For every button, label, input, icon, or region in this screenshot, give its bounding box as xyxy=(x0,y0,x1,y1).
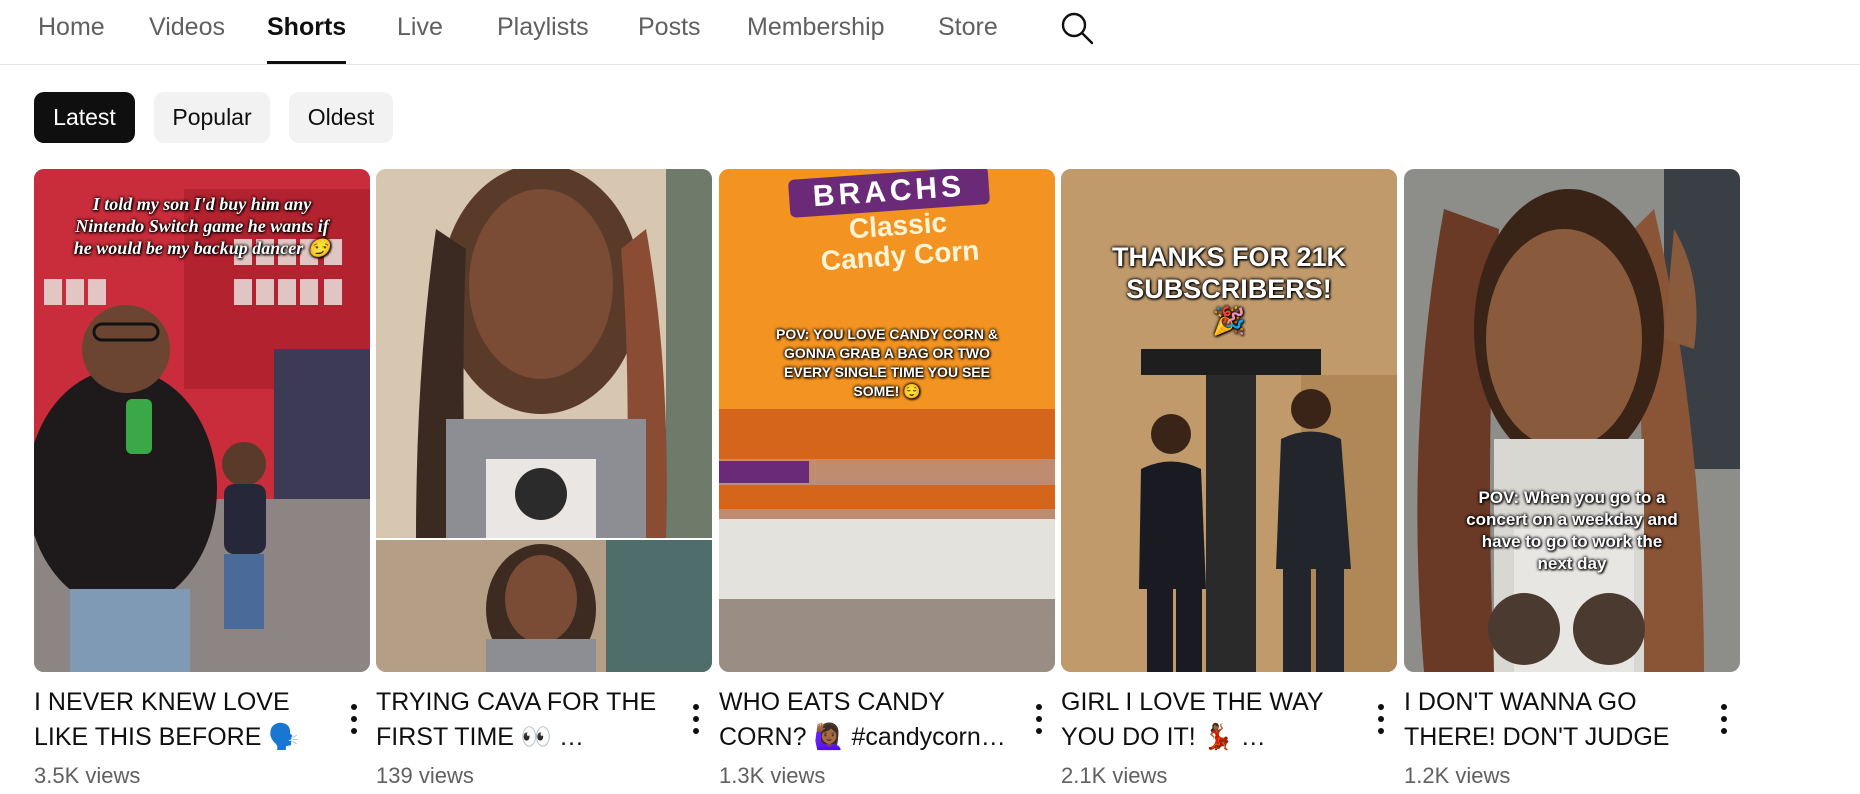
search-icon[interactable] xyxy=(1060,11,1094,45)
view-count: 139 views xyxy=(376,763,474,788)
thumbnail-caption: POV: YOU LOVE CANDY CORN & GONNA GRAB A … xyxy=(776,326,998,399)
product-name: Classic Candy Corn xyxy=(819,206,981,277)
short-title[interactable]: I DON'T WANNA GO THERE! DON'T JUDGE … xyxy=(1404,685,1696,757)
view-count: 2.1K views xyxy=(1061,763,1168,788)
short-card: TRYING CAVA FOR THE FIRST TIME 👀 … 139 v… xyxy=(376,169,712,794)
short-card: I told my son I'd buy him any Nintendo S… xyxy=(34,169,370,794)
tab-live[interactable]: Live xyxy=(397,0,443,64)
short-title[interactable]: TRYING CAVA FOR THE FIRST TIME 👀 … xyxy=(376,685,668,757)
more-vertical-icon[interactable] xyxy=(1025,697,1053,741)
tab-shorts[interactable]: Shorts xyxy=(267,0,347,64)
short-card: THANKS FOR 21K SUBSCRIBERS! 🎉 GIRL I LOV… xyxy=(1061,169,1397,794)
short-thumbnail[interactable]: I told my son I'd buy him any Nintendo S… xyxy=(34,169,370,672)
view-count: 1.3K views xyxy=(719,763,826,788)
tab-store[interactable]: Store xyxy=(938,0,998,64)
short-thumbnail[interactable] xyxy=(376,169,712,672)
more-vertical-icon[interactable] xyxy=(1710,697,1738,741)
view-count: 1.2K views xyxy=(1404,763,1511,788)
more-vertical-icon[interactable] xyxy=(340,697,368,741)
tab-membership[interactable]: Membership xyxy=(747,0,885,64)
chip-oldest[interactable]: Oldest xyxy=(289,92,393,143)
tab-home[interactable]: Home xyxy=(38,0,105,64)
chip-popular[interactable]: Popular xyxy=(154,92,270,143)
thumbnail-caption: I told my son I'd buy him any Nintendo S… xyxy=(73,194,331,258)
more-vertical-icon[interactable] xyxy=(682,697,710,741)
short-card: BRACHS Classic Candy Corn POV: YOU LOVE … xyxy=(719,169,1055,794)
short-thumbnail[interactable]: THANKS FOR 21K SUBSCRIBERS! 🎉 xyxy=(1061,169,1397,672)
tab-playlists[interactable]: Playlists xyxy=(497,0,589,64)
thumbnail-caption: THANKS FOR 21K SUBSCRIBERS! 🎉 xyxy=(1111,242,1347,336)
short-title[interactable]: I NEVER KNEW LOVE LIKE THIS BEFORE 🗣️ … xyxy=(34,685,326,757)
thumbnail-caption: POV: When you go to a concert on a weekd… xyxy=(1466,488,1678,573)
short-title[interactable]: GIRL I LOVE THE WAY YOU DO IT! 💃🏾 … xyxy=(1061,685,1353,757)
view-count: 3.5K views xyxy=(34,763,141,788)
short-card: POV: When you go to a concert on a weekd… xyxy=(1404,169,1740,794)
channel-tab-bar: Home Videos Shorts Live Playlists Posts … xyxy=(0,0,1860,65)
short-thumbnail[interactable]: POV: When you go to a concert on a weekd… xyxy=(1404,169,1740,672)
chip-latest[interactable]: Latest xyxy=(34,92,135,143)
more-vertical-icon[interactable] xyxy=(1367,697,1395,741)
tab-videos[interactable]: Videos xyxy=(149,0,225,64)
short-title[interactable]: WHO EATS CANDY CORN? 🙋🏾‍♀️ #candycorn… xyxy=(719,685,1011,757)
tab-posts[interactable]: Posts xyxy=(638,0,701,64)
short-thumbnail[interactable]: BRACHS Classic Candy Corn POV: YOU LOVE … xyxy=(719,169,1055,672)
